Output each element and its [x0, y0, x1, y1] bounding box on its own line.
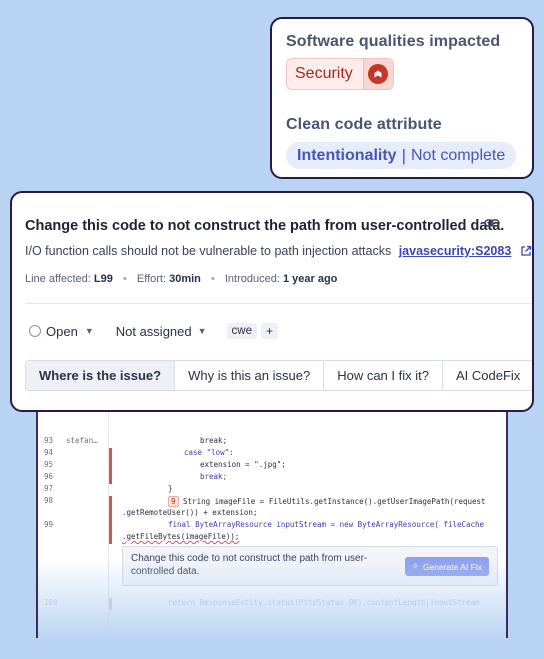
status-circle-icon [29, 325, 41, 337]
attribute-separator: | [401, 145, 406, 165]
tab-how-can-i-fix-it[interactable]: How can I fix it? [324, 361, 443, 390]
effort-value: 30min [169, 273, 201, 285]
tab-ai-codefix[interactable]: AI CodeFix [442, 361, 532, 390]
line-affected-value: L99 [93, 273, 113, 285]
code-text: } [168, 484, 173, 493]
chevron-down-icon: ▼ [197, 326, 207, 336]
code-line: 99 final ByteArrayResource inputStream =… [38, 520, 506, 532]
issue-gutter-mark [109, 532, 112, 544]
line-number: 93 [44, 436, 54, 445]
issue-controls: Open ▼ Not assigned ▼ cwe + [29, 323, 279, 339]
line-number: 97 [44, 484, 54, 493]
line-number: 95 [44, 460, 54, 469]
inline-issue-box: Change this code to not construct the pa… [122, 546, 498, 586]
status-label: Open [46, 323, 78, 339]
code-line: 96 break; [38, 472, 506, 484]
chevron-down-icon: ▼ [84, 326, 94, 336]
software-qualities-heading: Software qualities impacted [286, 33, 501, 50]
issue-title: Change this code to not construct the pa… [25, 218, 505, 234]
clean-code-attribute-pill[interactable]: Intentionality | Not complete [286, 142, 517, 169]
line-affected-label: Line affected: [25, 273, 91, 285]
issue-gutter-mark [109, 598, 112, 610]
code-text: final ByteArrayResource inputStream = ne… [168, 520, 485, 529]
code-line: 94 case "low": [38, 448, 506, 460]
code-text: .getRemoteUser()) + extension; [122, 508, 258, 517]
issue-tabs: Where is the issue? Why is this an issue… [25, 360, 532, 391]
tab-why-is-this-an-issue[interactable]: Why is this an issue? [175, 361, 325, 390]
effort-label: Effort: [136, 273, 167, 285]
issue-card: Change this code to not construct the pa… [10, 191, 534, 412]
code-line: 95 extension = ".jpg"; [38, 460, 506, 472]
flow-marker[interactable]: 9 [168, 496, 179, 507]
issue-meta: Line affected: L99 • Effort: 30min • Int… [25, 273, 337, 285]
issue-gutter-mark [109, 520, 112, 532]
quality-card: Software qualities impacted Security Cle… [270, 17, 534, 179]
code-text: break; [200, 472, 228, 481]
sparkle-icon: ✧ [411, 561, 419, 571]
line-number: 100 [44, 598, 58, 607]
generate-ai-fix-label: Generate AI Fix [422, 561, 482, 572]
security-quality-pill[interactable]: Security [286, 58, 394, 90]
code-text: case "low": [184, 448, 234, 457]
line-number: 96 [44, 472, 54, 481]
severity-indicator [362, 59, 393, 89]
issue-gutter-mark [109, 448, 112, 460]
tab-where-is-the-issue[interactable]: Where is the issue? [26, 361, 176, 390]
issue-gutter-mark [109, 496, 112, 508]
introduced-label: Introduced: [224, 273, 280, 285]
code-line: .getRemoteUser()) + extension; [38, 508, 506, 520]
code-viewer: 93 stefan… break; 94 case "low": 95 exte… [36, 398, 508, 638]
code-text: extension = ".jpg"; [200, 460, 286, 469]
code-text: break; [200, 436, 228, 445]
tag-chip[interactable]: cwe [226, 323, 257, 339]
attribute-category: Intentionality [297, 146, 397, 164]
code-text: .getFileBytes(imageFile)); [122, 532, 240, 541]
clean-code-attribute-heading: Clean code attribute [286, 116, 442, 133]
issue-description: I/O function calls should not be vulnera… [25, 244, 532, 258]
generate-ai-fix-button[interactable]: ✧ Generate AI Fix [404, 557, 489, 576]
code-line: 97 } [38, 484, 506, 496]
issue-gutter-mark [109, 508, 112, 520]
code-line: 100 return ResponseEntity.status(HttpSta… [38, 598, 506, 610]
issue-description-text: I/O function calls should not be vulnera… [25, 244, 392, 258]
issue-gutter-mark [109, 460, 112, 472]
rule-link[interactable]: javasecurity:S2083 [399, 244, 512, 258]
assignee-label: Not assigned [115, 323, 192, 339]
permalink-icon[interactable] [484, 216, 500, 230]
code-line: 98 9 String imageFile = FileUtils.getIns… [38, 496, 506, 508]
code-line: 93 stefan… break; [38, 436, 506, 448]
meta-separator: • [122, 273, 127, 285]
attribute-value: Not complete [410, 146, 506, 164]
meta-separator: • [210, 273, 215, 285]
line-number: 98 [44, 496, 54, 505]
inline-issue-message: Change this code to not construct the pa… [131, 553, 368, 577]
status-dropdown[interactable]: Open ▼ [29, 324, 94, 339]
code-line: .getFileBytes(imageFile)); [38, 532, 506, 544]
add-tag-button[interactable]: + [261, 323, 279, 339]
code-text: String imageFile = FileUtils.getInstance… [183, 497, 486, 506]
line-number: 99 [44, 520, 54, 529]
divider [25, 303, 532, 304]
line-number: 94 [44, 448, 54, 457]
security-label: Security [295, 65, 353, 82]
assignee-dropdown[interactable]: Not assigned ▼ [116, 324, 207, 339]
external-link-icon[interactable] [520, 245, 532, 257]
issue-gutter-mark [109, 472, 112, 484]
blame-author: stefan… [66, 436, 98, 445]
code-text: return ResponseEntity.status(HttpStatus.… [168, 598, 480, 607]
introduced-value: 1 year ago [282, 273, 338, 285]
high-severity-icon [368, 64, 389, 84]
